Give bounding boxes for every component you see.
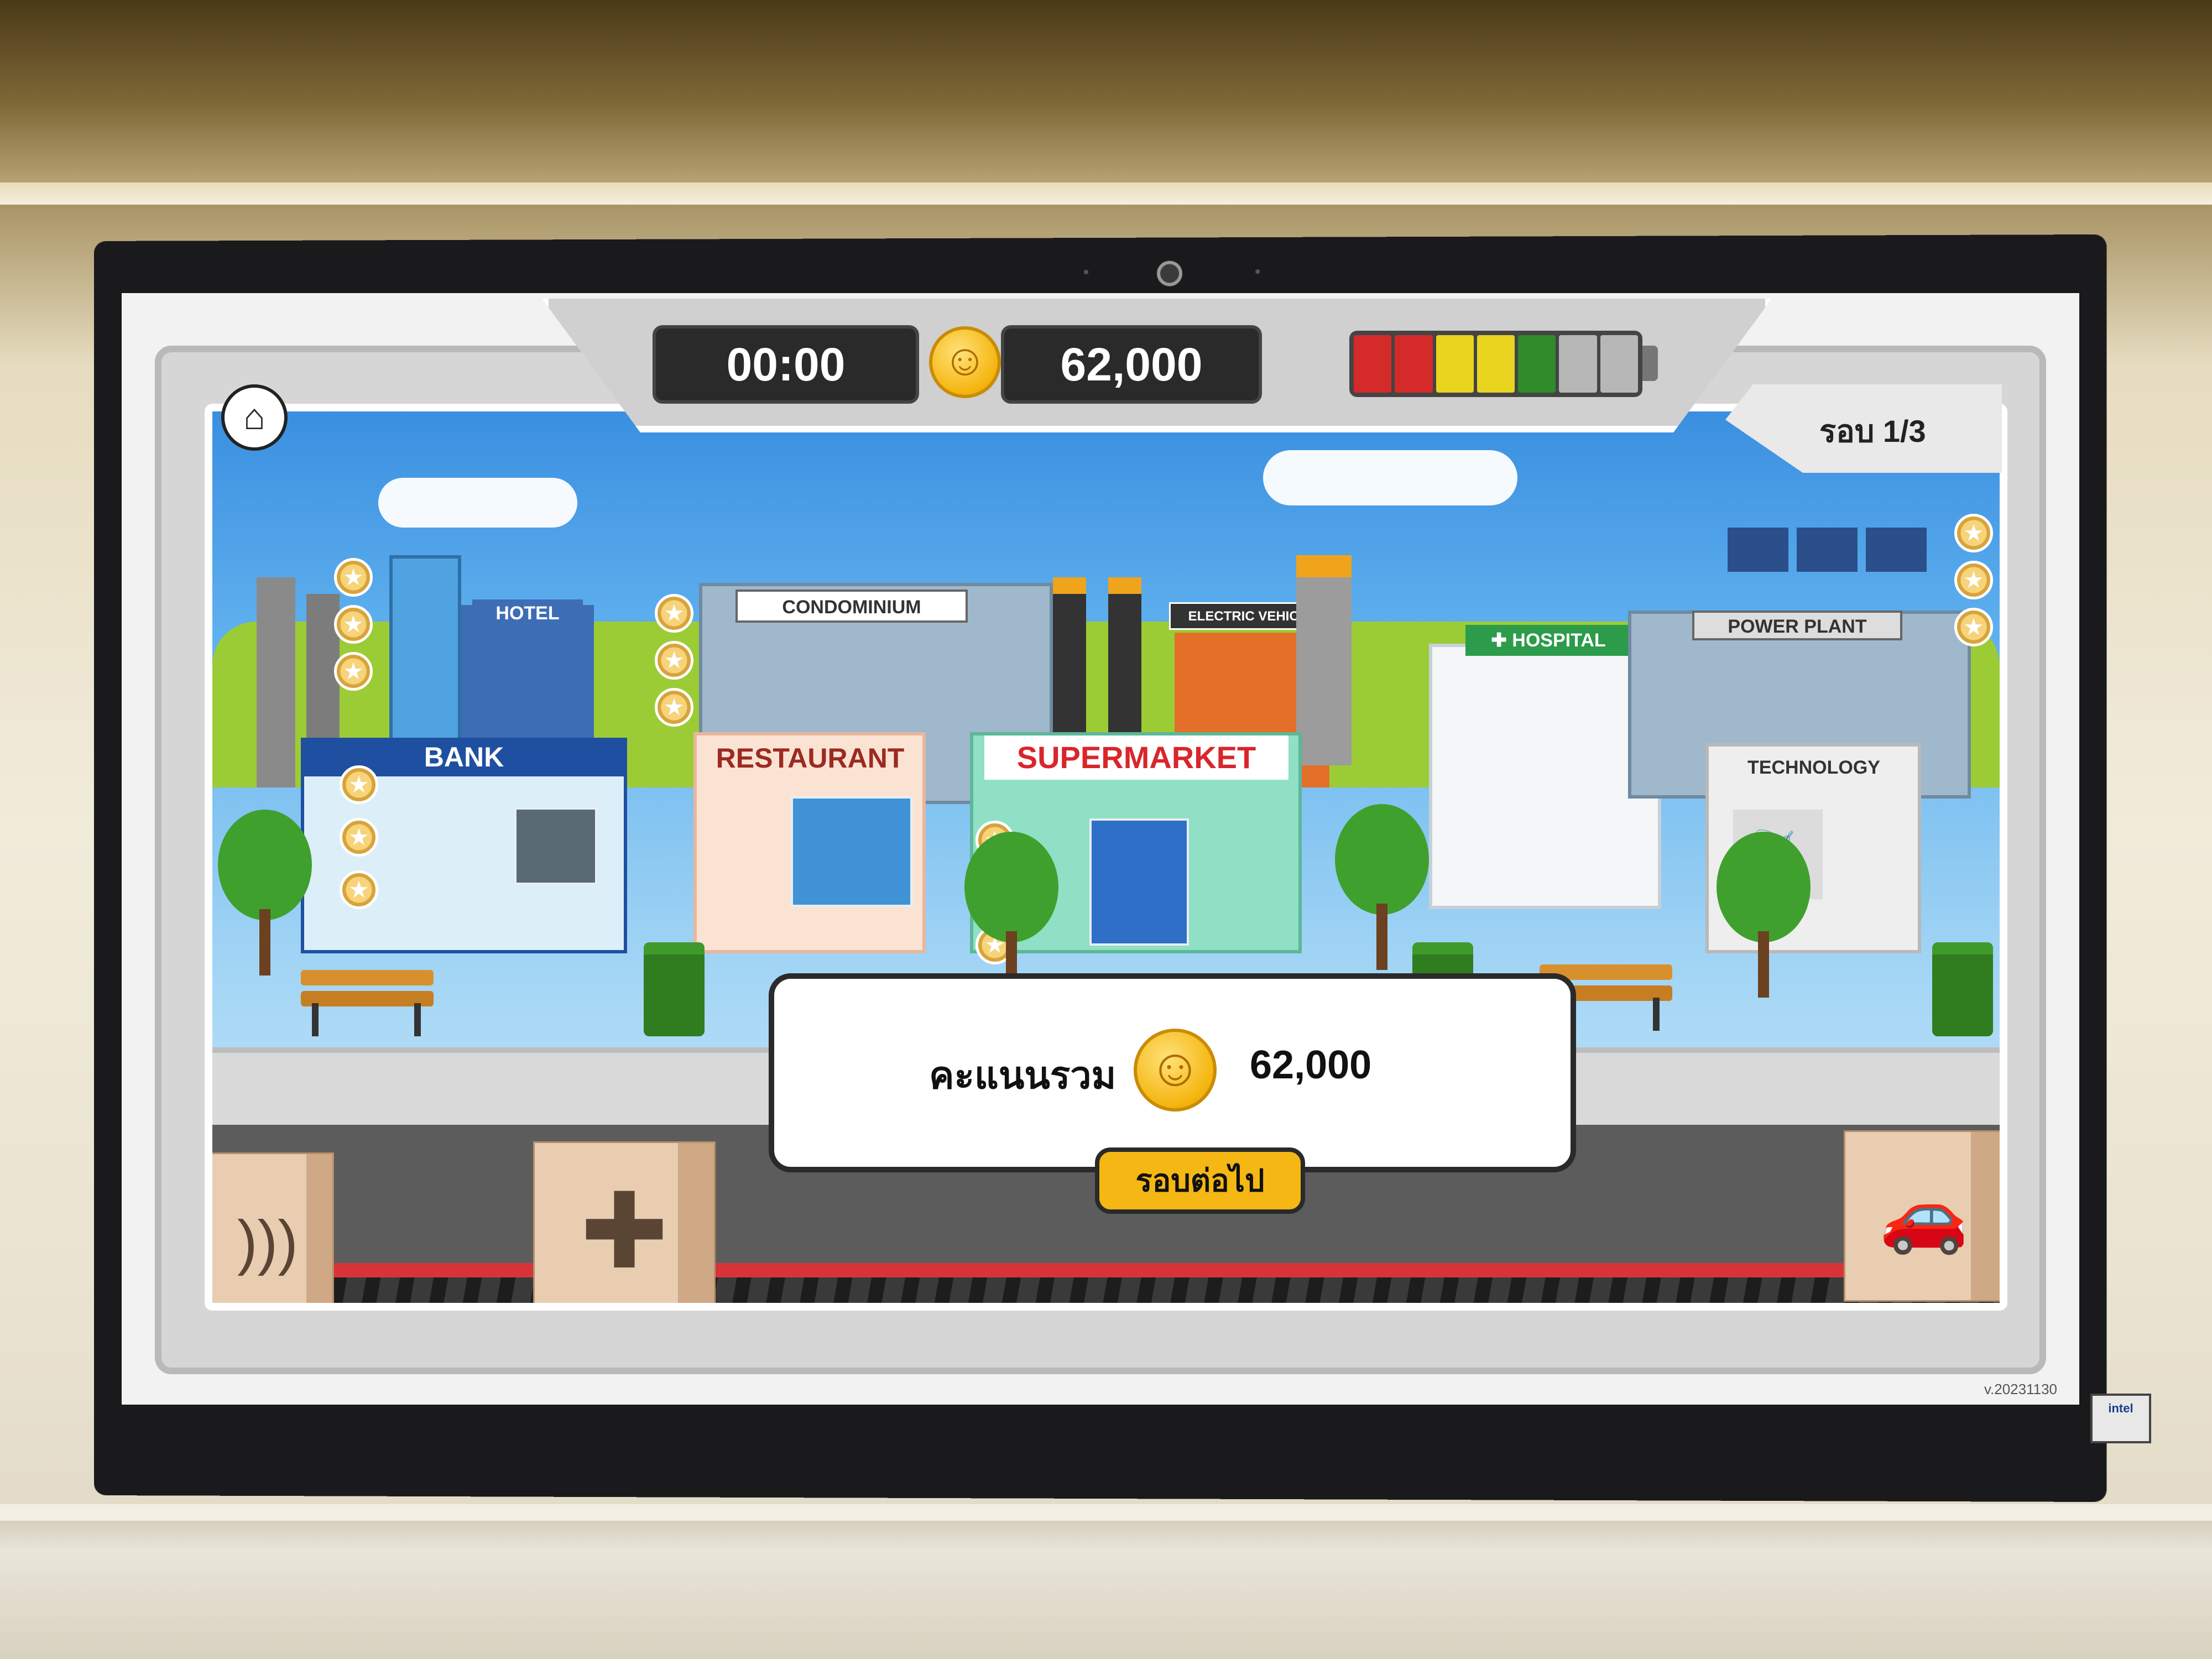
- star-icon: ★: [1954, 608, 1993, 646]
- hospital-label: HOSPITAL: [1512, 630, 1606, 651]
- battery-cell: [1354, 335, 1392, 393]
- battery-cell: [1436, 335, 1474, 393]
- battery-cell: [1559, 335, 1597, 393]
- star-icon: ★: [340, 870, 378, 909]
- webcam: [1157, 260, 1183, 286]
- plus-icon: ✚: [1491, 630, 1507, 651]
- star-icon: ★: [334, 652, 373, 691]
- restaurant-sign: RESTAURANT: [702, 739, 918, 778]
- power-plant-sign: POWER PLANT: [1692, 611, 1902, 640]
- condominium-sign: CONDOMINIUM: [735, 589, 968, 623]
- ev-chimney: [1108, 577, 1141, 754]
- conveyor-belt: [212, 1277, 2000, 1303]
- factory-tower: [1296, 555, 1352, 765]
- bench: [301, 970, 434, 1036]
- star-icon: ★: [655, 594, 693, 633]
- battery-cell: [1395, 335, 1433, 393]
- hotel-sign: HOTEL: [472, 599, 583, 627]
- hospital-sign: ✚ HOSPITAL: [1465, 625, 1631, 656]
- supermarket-door: [1089, 818, 1189, 946]
- coin-smile-icon: ☺: [1134, 1029, 1217, 1112]
- battery-cell: [1600, 335, 1638, 393]
- trash-bin: [1932, 942, 1993, 1036]
- star-icon: ★: [655, 688, 693, 727]
- total-score-dialog: คะแนนรวม ☺ 62,000: [769, 973, 1576, 1172]
- star-icon: ★: [340, 818, 378, 857]
- star-icon: ★: [334, 605, 373, 644]
- trash-bin: [644, 942, 705, 1036]
- cloud: [1263, 450, 1517, 505]
- game-screen: HOTEL ★ ★ ★ CONDOMINIUM ★ ★ ★ ELECTRIC V…: [122, 293, 2079, 1405]
- light-strip: [0, 182, 2212, 205]
- restaurant-building: RESTAURANT: [693, 732, 926, 953]
- score-display: 62,000: [1001, 325, 1262, 404]
- desk-shelf: [0, 1504, 2212, 1659]
- home-icon[interactable]: ⌂: [221, 384, 288, 451]
- room-ceiling: [0, 0, 2212, 182]
- cloud: [378, 478, 577, 528]
- supermarket-sign: SUPERMARKET: [984, 735, 1288, 780]
- timer-display: 00:00: [653, 325, 919, 404]
- sensor-dot: [1084, 270, 1089, 275]
- total-score-value: 62,000: [1250, 1043, 1372, 1087]
- technology-sign: TECHNOLOGY: [1720, 752, 1908, 783]
- sensor-dot: [1255, 269, 1260, 274]
- battery-cell: [1477, 335, 1515, 393]
- box-car-icon[interactable]: 🚗: [1844, 1130, 2000, 1302]
- star-icon: ★: [1954, 514, 1993, 552]
- desk-shelf-edge: [0, 1504, 2212, 1521]
- energy-battery: [1349, 331, 1642, 397]
- round-label: รอบ 1/3: [1819, 414, 1926, 448]
- cpu-sticker: intel: [2090, 1394, 2151, 1443]
- star-icon: ★: [655, 641, 693, 680]
- star-icon: ★: [340, 765, 378, 804]
- battery-cell: [1518, 335, 1556, 393]
- box-wifi-icon[interactable]: ))): [212, 1152, 334, 1303]
- star-icon: ★: [1954, 561, 1993, 599]
- coin-smile-icon: ☺: [929, 326, 1001, 398]
- total-score-label: คะแนนรวม: [929, 1055, 1117, 1097]
- hospital-building: ✚ HOSPITAL: [1429, 625, 1661, 909]
- star-icon: ★: [334, 558, 373, 597]
- solar-panels: [1728, 528, 1927, 572]
- next-round-button[interactable]: รอบต่อไป: [1095, 1147, 1305, 1214]
- box-plus-icon[interactable]: ✚: [533, 1141, 716, 1303]
- battery-tip: [1642, 346, 1658, 381]
- conveyor-rail-top: [212, 1263, 2000, 1277]
- atm: [514, 807, 597, 885]
- restaurant-window: [791, 796, 912, 907]
- ev-chimney: [1053, 577, 1086, 754]
- version-label: v.20231130: [1984, 1381, 2057, 1397]
- chimney: [257, 577, 295, 787]
